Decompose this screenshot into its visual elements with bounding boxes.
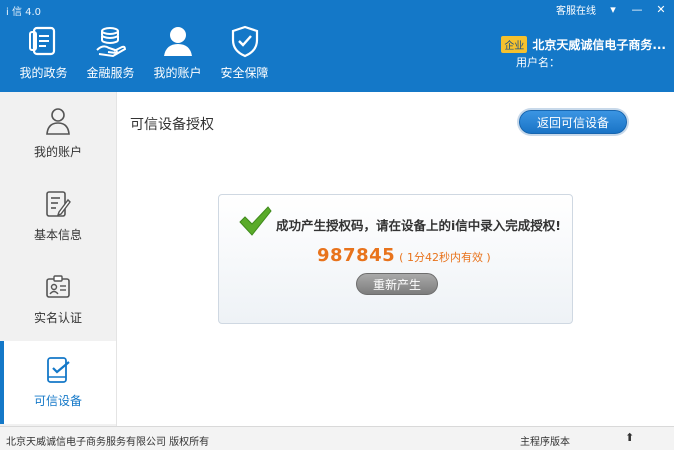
minimize-icon[interactable]: — — [630, 4, 644, 16]
expiry-text: ( 1分42秒内有效 ) — [399, 251, 491, 264]
top-bar: i 信 4.0 客服在线 ▾ — ✕ 我的政务 金融服务 我的账户 安全保障 企… — [0, 0, 674, 92]
sidebar-item-label: 基本信息 — [33, 228, 82, 242]
version-text: 主程序版本 — [520, 437, 570, 448]
nav-label: 金融服务 — [86, 66, 135, 80]
auth-code-row: 987845 ( 1分42秒内有效 ) — [317, 245, 491, 266]
coins-icon — [95, 27, 126, 58]
user-icon — [163, 27, 192, 56]
auth-code: 987845 — [317, 245, 396, 266]
sidebar-item-label: 我的账户 — [33, 145, 82, 159]
nav-label: 我的政务 — [19, 66, 68, 80]
document-icon — [28, 26, 55, 56]
sidebar-item-label: 可信设备 — [33, 394, 82, 408]
checkmark-icon — [239, 206, 272, 236]
company-name: 北京天威诚信电子商务... — [532, 38, 666, 52]
nav-item-my-affairs[interactable]: 我的政务 — [10, 22, 77, 84]
nav-item-financial-services[interactable]: 金融服务 — [77, 22, 144, 84]
close-icon[interactable]: ✕ — [654, 4, 668, 16]
nav-label: 我的账户 — [153, 66, 202, 80]
copyright-text: 北京天威诚信电子商务服务有限公司 版权所有 — [6, 437, 210, 448]
username-label: 用户名： — [516, 56, 560, 69]
sidebar-item-label: 实名认证 — [33, 311, 82, 325]
main-nav: 我的政务 金融服务 我的账户 安全保障 — [10, 22, 278, 84]
nav-item-security[interactable]: 安全保障 — [211, 22, 278, 84]
main-content: 可信设备授权 返回可信设备 成功产生授权码，请在设备上的i信中录入完成授权! 9… — [117, 92, 674, 426]
sidebar-item-trusted-device[interactable]: 可信设备 — [0, 341, 116, 424]
company-info: 企业 北京天威诚信电子商务... — [501, 36, 666, 53]
authorization-card: 成功产生授权码，请在设备上的i信中录入完成授权! 987845 ( 1分42秒内… — [218, 194, 573, 324]
window-controls: 客服在线 ▾ — ✕ — [556, 2, 668, 17]
online-service-link[interactable]: 客服在线 — [556, 2, 596, 17]
sidebar: 我的账户 基本信息 实名认证 可信设备 — [0, 92, 117, 426]
id-card-icon — [46, 275, 70, 298]
window-title: i 信 4.0 — [6, 7, 42, 18]
regenerate-button[interactable]: 重新产生 — [356, 273, 438, 295]
nav-label: 安全保障 — [220, 66, 269, 80]
arrow-up-icon[interactable]: ⬆ — [625, 431, 634, 444]
status-bar: 北京天威诚信电子商务服务有限公司 版权所有 主程序版本 ⬆ — [0, 426, 674, 450]
back-to-trusted-devices-button[interactable]: 返回可信设备 — [519, 110, 627, 134]
shield-icon — [231, 25, 258, 58]
nav-item-my-account[interactable]: 我的账户 — [144, 22, 211, 84]
user-icon — [46, 108, 70, 135]
device-check-icon — [47, 357, 70, 383]
edit-document-icon — [46, 191, 71, 217]
sidebar-item-my-account[interactable]: 我的账户 — [0, 92, 116, 175]
success-message: 成功产生授权码，请在设备上的i信中录入完成授权! — [276, 218, 561, 233]
sidebar-item-real-name-auth[interactable]: 实名认证 — [0, 258, 116, 341]
sidebar-item-basic-info[interactable]: 基本信息 — [0, 175, 116, 258]
page-title: 可信设备授权 — [130, 117, 214, 133]
menu-dropdown-icon[interactable]: ▾ — [606, 4, 620, 16]
enterprise-badge: 企业 — [501, 36, 528, 53]
